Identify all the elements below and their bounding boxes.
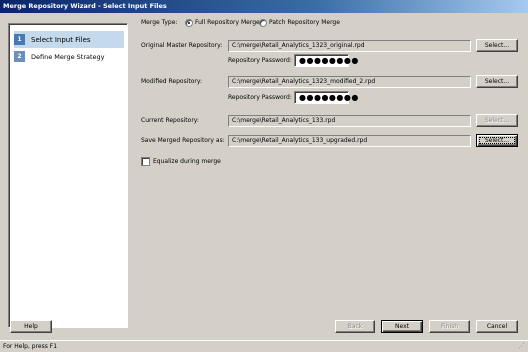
- full-merge-label[interactable]: Full Repository Merge: [195, 19, 260, 26]
- original-repository-path: C:\merge\Retail_Analytics_1323_original.…: [228, 40, 471, 52]
- modified-repository-label: Modified Repository:: [141, 78, 202, 85]
- step-select-input-files[interactable]: 1 Select Input Files: [14, 31, 124, 48]
- next-button[interactable]: Next: [381, 320, 423, 333]
- back-button[interactable]: Back: [335, 320, 375, 333]
- merge-type-label: Merge Type:: [141, 19, 178, 26]
- step-label: Define Merge Strategy: [31, 52, 105, 61]
- window-title: Merge Repository Wizard - Select Input F…: [0, 0, 528, 13]
- help-button[interactable]: Help: [10, 320, 52, 333]
- modified-password-label: Repository Password:: [228, 94, 292, 101]
- original-password-input[interactable]: ●●●●●●●●: [294, 54, 358, 67]
- current-repository-path: C:\merge\Retail_Analytics_133.rpd: [228, 115, 471, 127]
- current-repository-label: Current Repository:: [141, 117, 199, 124]
- full-merge-radio[interactable]: [185, 19, 193, 27]
- modified-repository-path: C:\merge\Retail_Analytics_1323_modified_…: [228, 76, 471, 88]
- resize-grip-icon[interactable]: ⋰: [518, 342, 527, 351]
- select-original-button[interactable]: Select...: [476, 39, 518, 52]
- step-label: Select Input Files: [31, 35, 91, 44]
- step-define-merge-strategy[interactable]: 2 Define Merge Strategy: [14, 48, 124, 65]
- original-password-label: Repository Password:: [228, 57, 292, 64]
- patch-merge-radio[interactable]: [259, 19, 267, 27]
- step-number: 2: [14, 51, 25, 62]
- cancel-button[interactable]: Cancel: [476, 320, 518, 333]
- status-bar: For Help, press F1 ⋰: [0, 340, 528, 352]
- patch-merge-label[interactable]: Patch Repository Merge: [269, 19, 340, 26]
- equalize-checkbox[interactable]: [141, 157, 150, 166]
- modified-password-input[interactable]: ●●●●●●●●: [294, 91, 358, 104]
- save-merged-path: C:\merge\Retail_Analytics_133_upgraded.r…: [228, 135, 471, 147]
- save-merged-label: Save Merged Repository as:: [141, 137, 225, 144]
- step-number: 1: [14, 34, 25, 45]
- select-modified-button[interactable]: Select...: [476, 75, 518, 88]
- select-save-merged-button[interactable]: Select...: [476, 134, 518, 147]
- wizard-window: 1 Select Input Files 2 Define Merge Stra…: [0, 13, 528, 340]
- status-text: For Help, press F1: [3, 343, 58, 350]
- finish-button[interactable]: Finish: [429, 320, 470, 333]
- original-repository-label: Original Master Repository:: [141, 42, 223, 49]
- steps-pane: 1 Select Input Files 2 Define Merge Stra…: [8, 23, 128, 328]
- select-current-button[interactable]: Select...: [476, 114, 518, 127]
- equalize-label[interactable]: Equalize during merge: [153, 158, 221, 165]
